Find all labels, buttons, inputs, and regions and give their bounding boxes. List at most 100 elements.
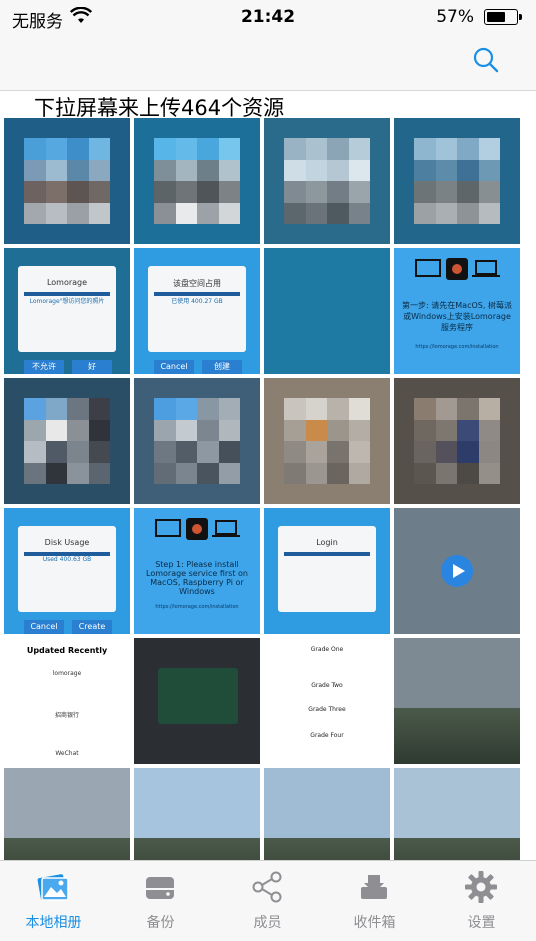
- mosaic-tile: [67, 181, 89, 203]
- grade-label: Grade Two: [311, 682, 343, 689]
- mosaic-tile: [435, 462, 457, 484]
- mosaic-tile: [88, 159, 110, 181]
- tab-gear[interactable]: 设置: [428, 861, 535, 941]
- mosaic-tile: [67, 202, 89, 224]
- tab-photos[interactable]: 本地相册: [0, 861, 107, 941]
- photo-thumbnail[interactable]: [394, 508, 520, 634]
- mosaic-tile: [457, 138, 479, 160]
- tab-bar: 本地相册 备份 成员 收件箱 设置: [0, 860, 536, 941]
- mosaic-tile: [478, 462, 500, 484]
- mosaic-tile: [197, 138, 219, 160]
- photo-thumbnail[interactable]: [134, 768, 260, 860]
- tab-drive[interactable]: 备份: [107, 861, 214, 941]
- mosaic-tile: [218, 202, 240, 224]
- mosaic-tile: [435, 138, 457, 160]
- photo-grid: Lomorage Lomorage"想访问您的照片 不允许好 该盘空间占用 已使用 40…: [4, 118, 530, 860]
- tab-label: 成员: [253, 915, 282, 931]
- mosaic-tile: [67, 159, 89, 181]
- photo-thumbnail[interactable]: [394, 118, 520, 244]
- mosaic-tile: [67, 462, 89, 484]
- photo-thumbnail[interactable]: [264, 768, 390, 860]
- pixelated-screenshot: [24, 398, 110, 484]
- grade-label: Grade Four: [310, 732, 344, 739]
- pixelated-screenshot: [24, 138, 110, 224]
- mosaic-tile: [24, 462, 46, 484]
- mosaic-tile: [305, 462, 327, 484]
- photo-thumbnail[interactable]: Disk Usage Used 400.63 GB Cancel Create: [4, 508, 130, 634]
- mosaic-tile: [218, 419, 240, 441]
- photo-thumbnail[interactable]: [134, 638, 260, 764]
- photo-thumbnail[interactable]: [394, 378, 520, 504]
- mosaic-tile: [327, 462, 349, 484]
- pixelated-screenshot: [154, 398, 240, 484]
- photo-thumbnail[interactable]: Grade One Grade Two Grade Three Grade Four: [264, 638, 390, 764]
- mosaic-tile: [175, 398, 197, 420]
- mosaic-tile: [327, 138, 349, 160]
- mosaic-tile: [24, 138, 46, 160]
- photo-thumbnail[interactable]: [4, 118, 130, 244]
- mosaic-tile: [457, 419, 479, 441]
- mosaic-tile: [197, 441, 219, 463]
- setup-link: https://lomorage.com/installation: [155, 604, 239, 610]
- pixelated-screenshot: [414, 138, 500, 224]
- mosaic-tile: [284, 398, 306, 420]
- mosaic-tile: [154, 181, 176, 203]
- photo-thumbnail[interactable]: [264, 248, 390, 374]
- setup-text: Step 1: Please install Lomorage service …: [146, 560, 248, 596]
- mosaic-tile: [305, 181, 327, 203]
- mosaic-tile: [348, 181, 370, 203]
- mosaic-tile: [348, 138, 370, 160]
- mosaic-tile: [478, 202, 500, 224]
- mosaic-tile: [457, 441, 479, 463]
- mosaic-tile: [457, 159, 479, 181]
- photo-thumbnail[interactable]: [4, 378, 130, 504]
- list-app-name: 招商银行: [54, 712, 79, 719]
- dialog-title: Lomorage: [46, 278, 88, 287]
- photo-thumbnail[interactable]: [4, 768, 130, 860]
- mosaic-tile: [197, 462, 219, 484]
- landscape-hills: [264, 838, 390, 860]
- photo-thumbnail[interactable]: 该盘空间占用 已使用 400.27 GB Cancel 创建: [134, 248, 260, 374]
- photo-thumbnail[interactable]: [394, 638, 520, 764]
- tab-inbox[interactable]: 收件箱: [321, 861, 428, 941]
- photo-thumbnail[interactable]: [134, 378, 260, 504]
- dialog-button: Cancel: [24, 620, 64, 634]
- battery-icon: [484, 9, 522, 25]
- grade-label: Grade Three: [308, 706, 346, 713]
- photo-thumbnail[interactable]: Updated Recently lomorage 招商银行 WeChat: [4, 638, 130, 764]
- setup-text: 第一步: 请先在MacOS, 树莓派或Windows上安装Lomorage服务程…: [402, 301, 512, 332]
- mosaic-tile: [218, 159, 240, 181]
- mosaic-tile: [88, 398, 110, 420]
- mosaic-tile: [154, 398, 176, 420]
- tab-label: 本地相册: [25, 915, 82, 931]
- photo-thumbnail[interactable]: [264, 118, 390, 244]
- mosaic-tile: [67, 138, 89, 160]
- search-icon[interactable]: [472, 46, 500, 74]
- photo-thumbnail[interactable]: [264, 378, 390, 504]
- mosaic-tile: [88, 138, 110, 160]
- mosaic-tile: [348, 202, 370, 224]
- mosaic-tile: [24, 398, 46, 420]
- photo-thumbnail[interactable]: [134, 118, 260, 244]
- photo-thumbnail[interactable]: [394, 768, 520, 860]
- mosaic-tile: [435, 181, 457, 203]
- photo-thumbnail[interactable]: Login: [264, 508, 390, 634]
- tab-label: 收件箱: [353, 915, 396, 931]
- mosaic-tile: [478, 419, 500, 441]
- photo-thumbnail[interactable]: Lomorage Lomorage"想访问您的照片 不允许好: [4, 248, 130, 374]
- tab-share[interactable]: 成员: [214, 861, 321, 941]
- dialog-text: 已使用 400.27 GB: [171, 298, 223, 305]
- mosaic-tile: [88, 441, 110, 463]
- mosaic-tile: [24, 202, 46, 224]
- mosaic-tile: [305, 159, 327, 181]
- mosaic-tile: [218, 398, 240, 420]
- mosaic-tile: [154, 202, 176, 224]
- status-bar: 无服务 21:42 57%: [0, 0, 536, 34]
- mosaic-tile: [284, 138, 306, 160]
- mosaic-tile: [435, 398, 457, 420]
- photo-thumbnail[interactable]: 第一步: 请先在MacOS, 树莓派或Windows上安装Lomorage服务程…: [394, 248, 520, 374]
- photo-thumbnail[interactable]: Step 1: Please install Lomorage service …: [134, 508, 260, 634]
- mosaic-tile: [348, 398, 370, 420]
- play-icon: [441, 555, 473, 587]
- mosaic-tile: [197, 181, 219, 203]
